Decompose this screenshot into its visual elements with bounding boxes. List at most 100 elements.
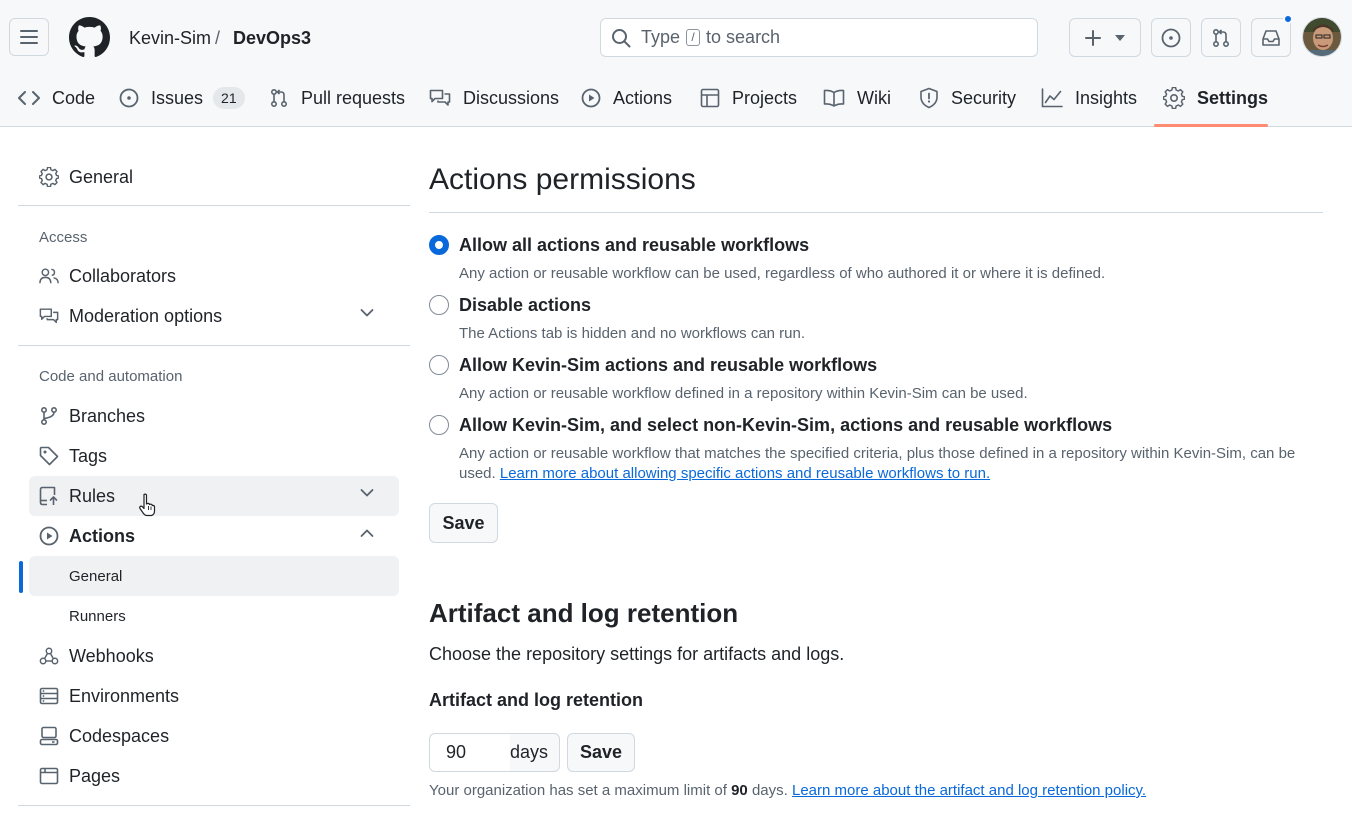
sidebar-item-moderation[interactable]: Moderation options: [29, 296, 399, 336]
radio-label[interactable]: Allow Kevin-Sim, and select non-Kevin-Si…: [459, 415, 1112, 435]
radio-allow-select[interactable]: [429, 415, 449, 435]
sidebar-divider: [18, 805, 410, 806]
issue-opened-icon: [119, 88, 139, 108]
retention-note: Your organization has set a maximum limi…: [429, 782, 1146, 799]
git-branch-icon: [39, 406, 59, 426]
breadcrumb-repo[interactable]: DevOps3: [233, 26, 311, 50]
sidebar-item-label: Pages: [69, 765, 121, 786]
sidebar-item-actions[interactable]: Actions: [29, 516, 399, 556]
git-pull-request-icon: [1211, 28, 1231, 48]
sidebar-divider: [18, 205, 410, 206]
pull-requests-button[interactable]: [1201, 18, 1241, 57]
sidebar-item-label: Collaborators: [69, 265, 177, 286]
sidebar-item-codespaces[interactable]: Codespaces: [29, 716, 399, 756]
sidebar-item-label: Runners: [69, 607, 126, 625]
sidebar-item-actions-runners[interactable]: Runners: [29, 596, 399, 636]
menu-button[interactable]: [9, 18, 49, 56]
retention-days-group: days: [429, 733, 560, 772]
comment-discussion-icon: [39, 306, 59, 326]
server-icon: [39, 687, 59, 705]
tab-actions[interactable]: Actions: [581, 72, 672, 124]
radio-description: Any action or reusable workflow that mat…: [459, 444, 1327, 484]
tab-issues[interactable]: Issues 21: [119, 72, 245, 124]
table-icon: [700, 88, 720, 108]
gear-icon: [1163, 87, 1185, 109]
sidebar-item-rules[interactable]: Rules: [29, 476, 399, 516]
search-input[interactable]: Type / to search: [600, 18, 1038, 57]
tab-insights[interactable]: Insights: [1041, 72, 1137, 124]
shield-icon: [919, 87, 939, 109]
tab-discussions[interactable]: Discussions: [429, 72, 559, 124]
sidebar-item-label: General: [69, 567, 123, 585]
book-icon: [823, 89, 845, 107]
tab-label: Code: [52, 87, 96, 108]
search-prefix: Type: [641, 27, 681, 47]
sidebar-item-label: Webhooks: [69, 645, 154, 666]
sidebar-item-collaborators[interactable]: Collaborators: [29, 256, 399, 296]
sidebar-item-tags[interactable]: Tags: [29, 436, 399, 476]
radio-allow-owner[interactable]: [429, 355, 449, 375]
search-icon: [611, 28, 631, 48]
inbox-button[interactable]: [1251, 18, 1291, 57]
tab-label: Insights: [1075, 87, 1138, 108]
active-tab-underline: [1154, 124, 1268, 127]
github-logo-icon[interactable]: [69, 17, 110, 58]
sidebar-item-environments[interactable]: Environments: [29, 676, 399, 716]
tab-projects[interactable]: Projects: [700, 72, 797, 124]
codespaces-icon: [39, 726, 59, 746]
breadcrumb-separator: /: [215, 28, 221, 48]
tab-label: Wiki: [857, 87, 891, 108]
mouse-pointer-icon: [138, 493, 156, 517]
sidebar-item-pages[interactable]: Pages: [29, 756, 399, 796]
save-retention-button[interactable]: Save: [567, 733, 635, 772]
create-new-button[interactable]: [1069, 18, 1141, 57]
radio-disable[interactable]: [429, 295, 449, 315]
breadcrumb-owner[interactable]: Kevin-Sim: [129, 26, 211, 50]
save-permissions-button[interactable]: Save: [429, 503, 498, 543]
page-title: Actions permissions: [429, 163, 696, 196]
inbox-icon: [1261, 29, 1281, 47]
tab-label: Discussions: [463, 87, 560, 108]
issues-button[interactable]: [1151, 18, 1191, 57]
search-shortcut-key: /: [686, 29, 701, 46]
radio-label[interactable]: Disable actions: [459, 295, 591, 315]
radio-label[interactable]: Allow all actions and reusable workflows: [459, 235, 809, 255]
tab-pull-requests[interactable]: Pull requests: [269, 72, 405, 124]
learn-more-retention-link[interactable]: Learn more about the artifact and log re…: [792, 782, 1146, 799]
sidebar-item-actions-general[interactable]: General: [29, 556, 399, 596]
play-icon: [39, 526, 59, 546]
notification-indicator: [1283, 14, 1293, 24]
learn-more-actions-link[interactable]: Learn more about allowing specific actio…: [500, 465, 990, 482]
note-prefix: Your organization has set a maximum limi…: [429, 782, 727, 799]
radio-allow-all[interactable]: [429, 235, 449, 255]
sidebar-item-label: General: [69, 166, 134, 187]
tab-code[interactable]: Code: [18, 72, 95, 124]
tab-wiki[interactable]: Wiki: [823, 72, 891, 124]
note-suffix: days.: [751, 782, 788, 799]
sidebar-item-label: Codespaces: [69, 725, 170, 746]
chevron-down-icon: [357, 488, 377, 498]
issues-count-badge: 21: [213, 87, 245, 109]
radio-label[interactable]: Allow Kevin-Sim actions and reusable wor…: [459, 355, 877, 375]
webhook-icon: [39, 646, 59, 666]
sidebar-item-webhooks[interactable]: Webhooks: [29, 636, 399, 676]
tab-label: Issues: [151, 87, 204, 108]
retention-days-unit: days: [510, 742, 549, 762]
gear-icon: [39, 167, 59, 187]
avatar[interactable]: [1302, 17, 1342, 57]
retention-days-input[interactable]: [430, 734, 510, 771]
radio-description: Any action or reusable workflow defined …: [459, 385, 1028, 402]
app-header: Kevin-Sim / DevOps3 Type / to search Cod…: [0, 0, 1352, 127]
tab-security[interactable]: Security: [919, 72, 1016, 124]
tab-label: Security: [951, 87, 1017, 108]
tab-label: Projects: [732, 87, 798, 108]
tab-label: Pull requests: [301, 87, 406, 108]
radio-description: Any action or reusable workflow can be u…: [459, 265, 1106, 282]
sidebar-item-general[interactable]: General: [29, 157, 399, 197]
tab-label: Actions: [613, 87, 673, 108]
tab-settings[interactable]: Settings: [1163, 72, 1268, 124]
plus-icon: [1085, 29, 1101, 46]
sidebar-item-branches[interactable]: Branches: [29, 396, 399, 436]
sidebar-item-label: Actions: [69, 525, 136, 546]
current-item-indicator: [19, 561, 23, 593]
